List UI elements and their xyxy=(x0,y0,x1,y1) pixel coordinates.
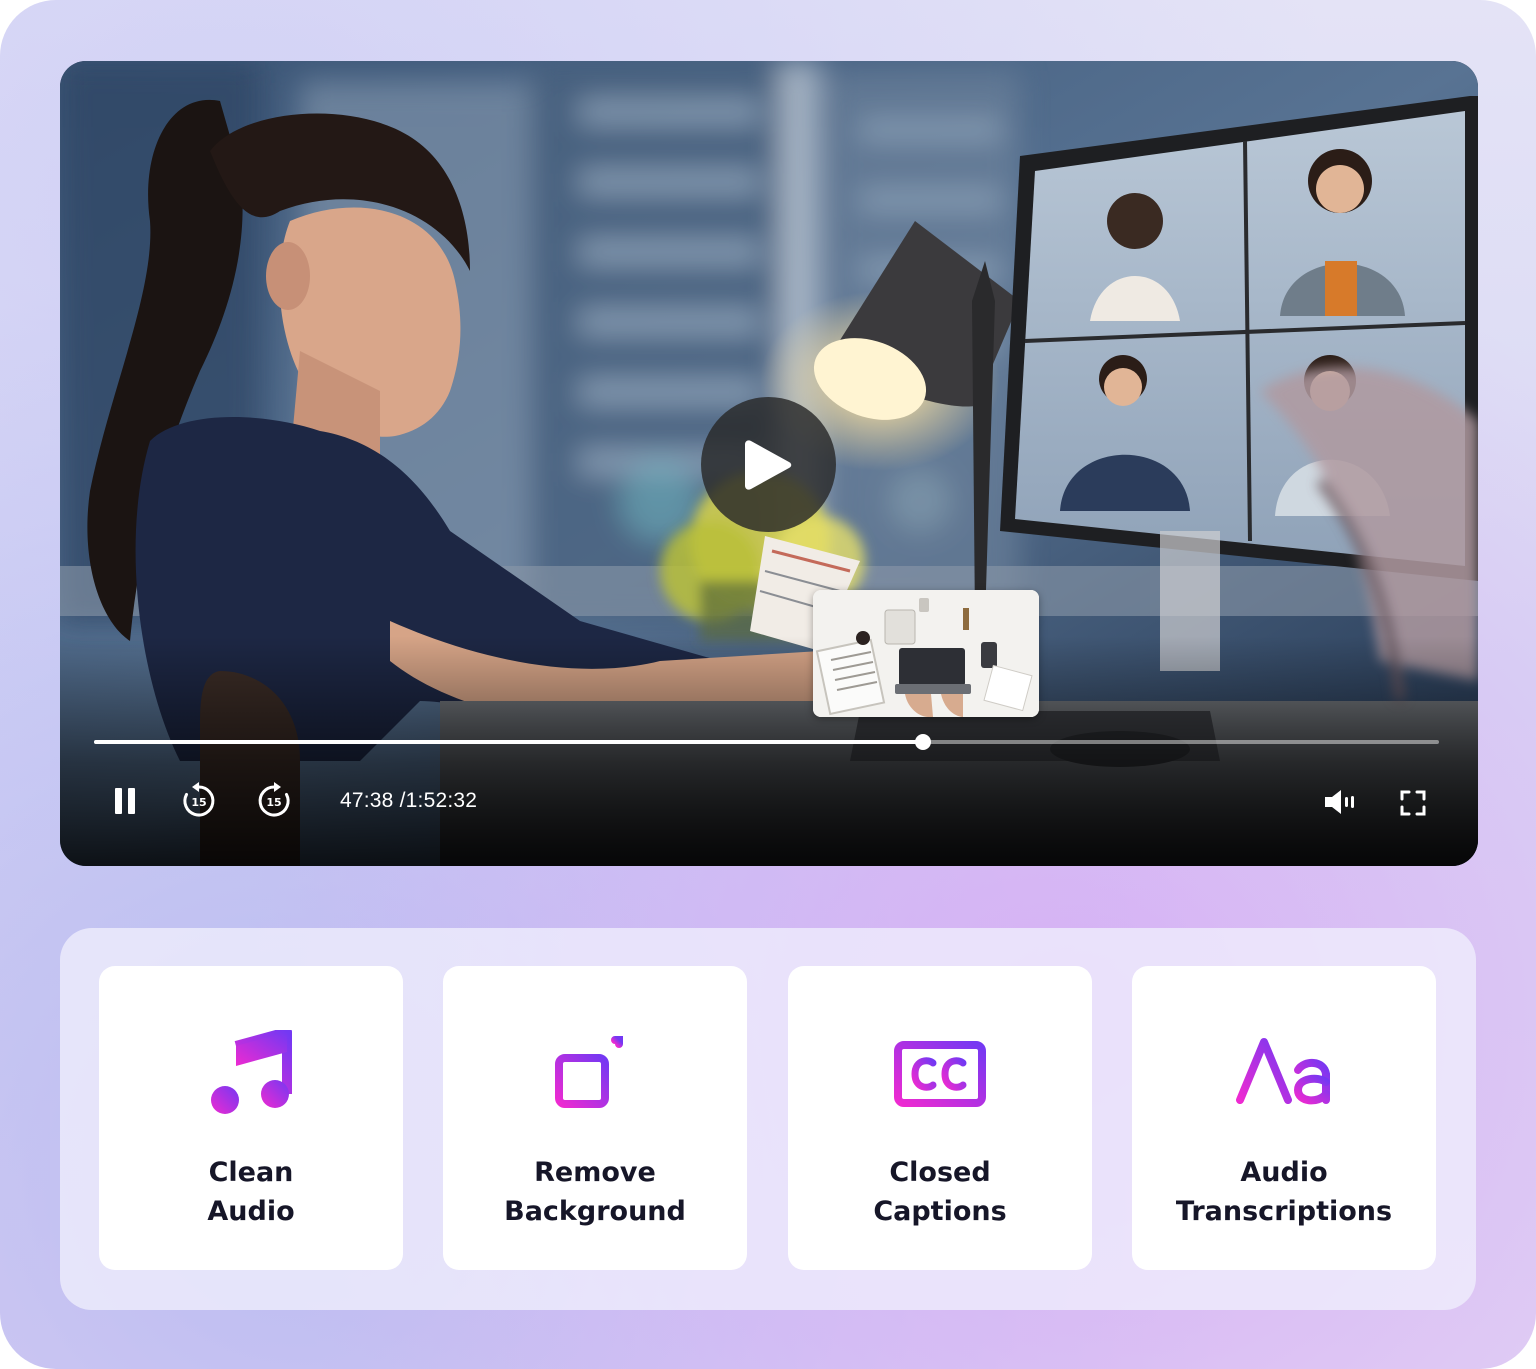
seek-bar[interactable] xyxy=(94,734,1439,750)
feature-card-audio-transcriptions[interactable]: Audio Transcriptions xyxy=(1132,966,1436,1270)
features-panel: Clean Audio Remove Background Closed Cap… xyxy=(60,928,1476,1310)
time-display: 47:38 /1:52:32 xyxy=(340,788,477,814)
pause-icon xyxy=(115,788,135,814)
feature-label: Clean Audio xyxy=(99,1153,403,1231)
rewind-button[interactable]: 15 xyxy=(179,781,219,821)
play-icon xyxy=(744,439,791,490)
seek-fill xyxy=(94,740,923,744)
volume-icon xyxy=(1325,790,1354,814)
feature-label: Audio Transcriptions xyxy=(1132,1153,1436,1231)
feature-label-line2: Captions xyxy=(873,1196,1007,1227)
rewind-15-icon: 15 xyxy=(183,782,215,817)
remove-background-icon xyxy=(443,1030,747,1118)
svg-text:15: 15 xyxy=(191,796,206,809)
volume-button[interactable] xyxy=(1320,785,1360,819)
feature-label-line1: Audio xyxy=(1240,1157,1328,1188)
current-time: 47:38 xyxy=(340,789,394,812)
fullscreen-button[interactable] xyxy=(1396,786,1430,820)
svg-text:15: 15 xyxy=(266,796,281,809)
feature-card-clean-audio[interactable]: Clean Audio xyxy=(99,966,403,1270)
feature-card-remove-background[interactable]: Remove Background xyxy=(443,966,747,1270)
feature-label-line1: Remove xyxy=(534,1157,656,1188)
feature-label-line2: Audio xyxy=(207,1196,295,1227)
forward-button[interactable]: 15 xyxy=(254,781,294,821)
feature-label-line1: Closed xyxy=(889,1157,991,1188)
app-frame: 15 15 47:38 /1:52:32 Clean Audio Remove … xyxy=(0,0,1536,1369)
big-play-button[interactable] xyxy=(701,397,836,532)
video-player[interactable]: 15 15 47:38 /1:52:32 xyxy=(60,61,1478,866)
feature-label: Closed Captions xyxy=(788,1153,1092,1231)
feature-label-line2: Background xyxy=(504,1196,686,1227)
controls-shade xyxy=(60,636,1478,866)
feature-label: Remove Background xyxy=(443,1153,747,1231)
seek-handle[interactable] xyxy=(914,734,931,750)
closed-captions-icon xyxy=(788,1030,1092,1118)
fullscreen-icon xyxy=(1400,790,1426,816)
duration: 1:52:32 xyxy=(405,789,478,812)
feature-label-line2: Transcriptions xyxy=(1175,1196,1393,1227)
music-note-icon xyxy=(99,1030,403,1118)
forward-15-icon: 15 xyxy=(258,782,290,817)
thumbnail-image xyxy=(813,590,1039,717)
text-aa-icon xyxy=(1132,1030,1436,1118)
feature-label-line1: Clean xyxy=(208,1157,294,1188)
seek-thumbnail-preview xyxy=(813,590,1039,717)
pause-button[interactable] xyxy=(108,783,142,819)
feature-card-closed-captions[interactable]: Closed Captions xyxy=(788,966,1092,1270)
